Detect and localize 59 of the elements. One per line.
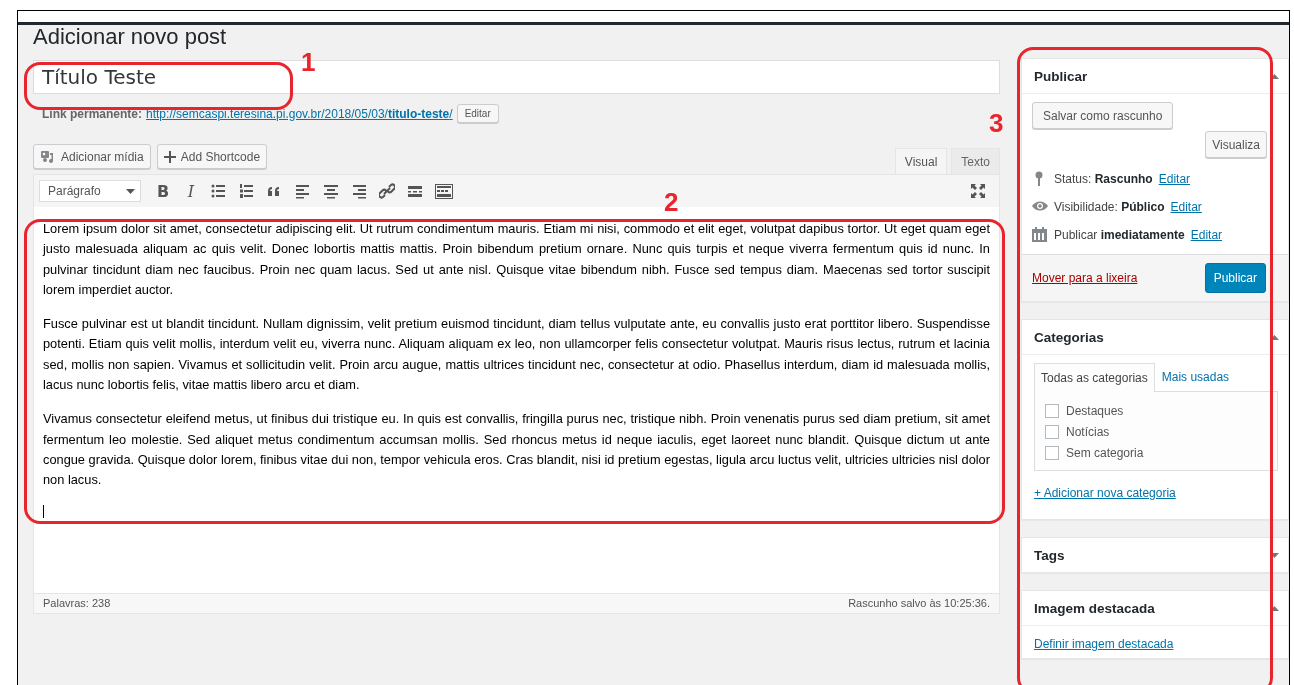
edit-link[interactable]: Editar [1158, 171, 1191, 186]
category-label: Destaques [1066, 404, 1124, 418]
save-draft-button[interactable]: Salvar como rascunho [1032, 102, 1174, 129]
move-to-trash-link[interactable]: Mover para a lixeira [1032, 271, 1138, 285]
collapse-arrow-icon[interactable] [1270, 73, 1279, 79]
checkbox[interactable] [1045, 446, 1059, 460]
edit-button[interactable]: Editar [456, 104, 499, 123]
keyboard-icon[interactable] [435, 183, 453, 199]
body-paragraph: Fusce pulvinar est ut blandit tincidunt. Nullam dignissim, velit pretium euismod tincidunt, diam tellus vulputate ante, eu convallis justo erat porttitor libero. Suspendisse potenti. Etiam quis velit mollis, interdum velit eu, viverra nunc. Aliquam aliquam ex leo, non ullamcorper felis consectetur volutpat. Mauris risus lectus, rutrum et lacinia sed, mollis non sapien. Vivamus et sollicitudin velit. Proin arcu augue, mattis ultrices tincidunt nec, consectetur at odio. Phasellus interdum, diam id malesuada mollis, lacus nunc lobortis felis, vitae mattis libero arcu et diam. [43, 315, 990, 395]
collapse-arrow-icon[interactable] [1270, 605, 1279, 611]
annotation-number: 3 [989, 109, 1004, 137]
read-more-icon[interactable] [407, 183, 423, 199]
panel-title: Publicar [1034, 68, 1088, 84]
page-title: Adicionar novo post [33, 25, 228, 49]
numbered-list-icon[interactable] [239, 183, 255, 199]
permalink-link[interactable]: http://semcaspi.teresina.pi.gov.br/2018/05/03/titulo-teste/ [146, 106, 453, 121]
panel-title: Tags [1034, 547, 1065, 563]
panel-title: Categorias [1034, 329, 1104, 345]
expand-arrow-icon[interactable] [1270, 552, 1279, 558]
caret-icon [126, 188, 135, 194]
publish-setting-text: Visibilidade: Público [1054, 199, 1165, 214]
body-paragraph: Vivamus consectetur eleifend metus, ut finibus dui tristique eu. In quis est convallis, fringilla purus nec, tristique nibh. Proin venenatis purus sed diam pretium, sit amet fermentum leo molestie. Sed aliquet metus condimentum accumsan mollis. Sed rhoncus metus id neque iaculis, eget laoreet nunc blandit. Quisque dictum ut ante congue gravida. Quisque dolor lorem, finibus vitae dui non, tempor vehicula eros. Cras blandit, nisi id pretium egestas, ligula arcu luctus velit, ultricies ultricies nisl dolor non lacus. [43, 410, 990, 490]
category-tab[interactable]: Mais usadas [1154, 363, 1237, 391]
add-category-link[interactable]: + Adicionar nova categoria [1034, 486, 1176, 500]
category-tab[interactable]: Todas as categorias [1034, 363, 1155, 392]
checkbox[interactable] [1045, 404, 1059, 418]
collapse-arrow-icon[interactable] [1270, 334, 1279, 340]
set-featured-image-link[interactable]: Definir imagem destacada [1034, 637, 1174, 651]
add-shortcode-button[interactable]: Add Shortcode [156, 144, 268, 169]
italic-button[interactable]: I [177, 178, 205, 204]
publish-setting-text: Publicar imediatamente [1054, 227, 1185, 242]
publish-setting-text: Status: Rascunho [1054, 171, 1153, 186]
edit-link[interactable]: Editar [1190, 227, 1223, 242]
category-label: Notícias [1066, 425, 1110, 439]
body-paragraph: Lorem ipsum dolor sit amet, consectetur adipiscing elit. Ut rutrum condimentum mauris. Etiam mi nisi, commodo et elit eget, volutpat dapibus tortor. Ut eget quam eget justo malesuada aliquam ac quis velit. Donec lobortis mattis mattis. Proin bibendum pretium ornare. Nunc quis turpis et neque viverra fermentum quis id nunc. In pulvinar tincidunt diam nec faucibus. Proin nec quam lacus. Sed ut ante nisl. Quisque vitae bibendum nibh. Fusce sed tempus diam. Maecenas sed tortor suscipit lorem imperdiet auctor. [43, 220, 990, 299]
editor-tab[interactable]: Texto [951, 148, 1000, 174]
fullscreen-icon[interactable] [970, 183, 986, 199]
annotation-number: 2 [664, 188, 679, 216]
align-right-icon[interactable] [351, 183, 367, 199]
format-select[interactable]: Parágrafo [39, 180, 141, 202]
media-icon [40, 148, 56, 165]
draft-saved-text: Rascunho salvo às 10:25:36. [848, 597, 990, 609]
bold-button[interactable]: B [149, 178, 177, 204]
bullet-list-icon[interactable] [211, 183, 227, 199]
calendar-icon [1032, 227, 1048, 242]
category-label: Sem categoria [1066, 446, 1144, 460]
editor-tab[interactable]: Visual [894, 148, 948, 174]
publish-button[interactable]: Publicar [1204, 263, 1266, 293]
preview-button[interactable]: Visualiza [1205, 131, 1267, 158]
add-media-button[interactable]: Adicionar mídia [33, 144, 151, 169]
checkbox[interactable] [1045, 425, 1059, 439]
panel-title: Imagem destacada [1034, 600, 1155, 616]
text-cursor [43, 504, 44, 518]
word-count: Palavras: 238 [43, 597, 111, 609]
align-center-icon[interactable] [323, 183, 339, 199]
link-icon[interactable] [379, 183, 395, 199]
edit-link[interactable]: Editar [1170, 199, 1202, 214]
plus-icon [163, 150, 176, 163]
align-left-icon[interactable] [295, 183, 311, 199]
